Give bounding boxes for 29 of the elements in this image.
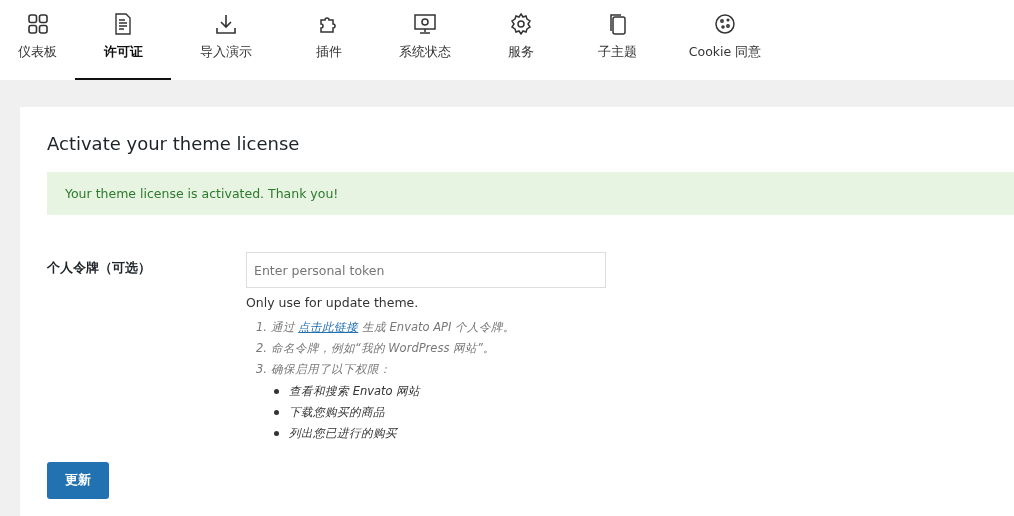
permission-item: 查看和搜索 Envato 网站 bbox=[289, 384, 421, 399]
field-label: 个人令牌（可选） bbox=[47, 259, 152, 277]
nav-tab[interactable]: Cookie 同意 bbox=[665, 0, 785, 80]
nav-tab[interactable]: 许可证 bbox=[75, 0, 171, 80]
grid-icon bbox=[25, 12, 50, 36]
token-input-field[interactable]: Enter personal token bbox=[246, 252, 606, 288]
bullet-icon bbox=[274, 431, 279, 436]
gear-icon bbox=[509, 12, 533, 36]
success-notice: Your theme license is activated. Thank you! bbox=[47, 172, 1014, 215]
nav-tab[interactable]: 插件 bbox=[281, 0, 377, 80]
bullet-icon bbox=[274, 410, 279, 415]
permission-item: 下载您购买的商品 bbox=[289, 405, 385, 420]
nav-tab[interactable]: 导入演示 bbox=[171, 0, 281, 80]
bullet-icon bbox=[274, 389, 279, 394]
token-link[interactable]: 点击此链接 bbox=[298, 320, 359, 334]
help-text: Only use for update theme. bbox=[246, 295, 420, 310]
update-button[interactable]: 更新 bbox=[47, 462, 109, 499]
cookie-icon bbox=[713, 12, 737, 36]
section-title: Activate your theme license bbox=[47, 133, 301, 154]
nav-tab[interactable]: 服务 bbox=[473, 0, 569, 80]
nav-tab[interactable]: 子主题 bbox=[569, 0, 665, 80]
instruction-step: 3. 确保启用了以下权限： bbox=[256, 362, 606, 377]
nav-tab[interactable]: 系统状态 bbox=[377, 0, 473, 80]
permission-item: 列出您已进行的购买 bbox=[289, 426, 397, 441]
instruction-step: 2. 命名令牌，例如“我的 WordPress 网站”。 bbox=[256, 341, 606, 356]
monitor-icon bbox=[413, 12, 437, 36]
download-icon bbox=[214, 12, 238, 36]
instruction-step: 1. 通过 点击此链接 生成 Envato API 个人令牌。 bbox=[256, 320, 606, 335]
nav-tab[interactable]: 仪表板 bbox=[0, 0, 75, 80]
